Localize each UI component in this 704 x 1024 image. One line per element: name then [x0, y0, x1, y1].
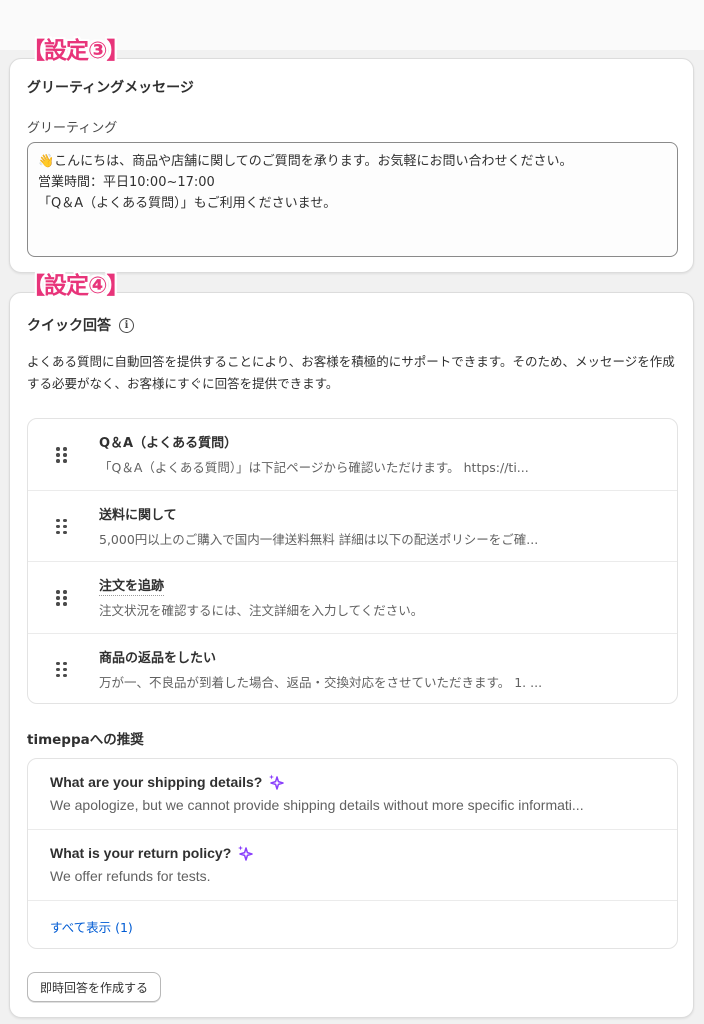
- recommendations-list: What are your shipping details? We apolo…: [27, 758, 678, 949]
- quick-reply-item-preview: 万が一、不良品が到着した場合、返品・交換対応をさせていただきます。 1. ...: [99, 674, 543, 690]
- quick-reply-title: クイック回答: [27, 318, 111, 334]
- sparkle-icon: [238, 845, 253, 861]
- quick-reply-item-title: 注文を追跡: [99, 575, 165, 596]
- drag-handle-icon[interactable]: [56, 661, 68, 678]
- quick-reply-item-preview: 5,000円以上のご購入で国内一律送料無料 詳細は以下の配送ポリシーをご確...: [99, 531, 539, 547]
- create-instant-answer-button[interactable]: 即時回答を作成する: [27, 972, 162, 1002]
- info-icon[interactable]: i: [119, 317, 134, 333]
- setting-4-annotation: 【設定④】: [22, 273, 129, 299]
- quick-reply-item-title: 送料に関して: [99, 507, 177, 523]
- quick-reply-item[interactable]: 送料に関して 5,000円以上のご購入で国内一律送料無料 詳細は以下の配送ポリシ…: [28, 491, 677, 562]
- greeting-line: 👋こんにちは、商品や店舗に関してのご質問を承ります。お気軽にお問い合わせください…: [38, 154, 573, 169]
- quick-reply-item[interactable]: Q＆A（よくある質問） 「Q＆A（よくある質問）」は下記ページから確認いただけま…: [28, 419, 677, 491]
- greeting-card: グリーティングメッセージ グリーティング 👋こんにちは、商品や店舗に関してのご質…: [9, 58, 694, 273]
- recommendation-item[interactable]: What is your return policy? We offer ref…: [28, 830, 677, 901]
- recommendation-item-title-row: What is your return policy?: [50, 845, 253, 861]
- drag-handle-icon[interactable]: [56, 590, 68, 606]
- quick-reply-item[interactable]: 商品の返品をしたい 万が一、不良品が到着した場合、返品・交換対応をさせていただき…: [28, 634, 677, 704]
- greeting-line: 営業時間：平日10:00~17:00: [38, 175, 215, 190]
- greeting-line: 「Q＆A（よくある質問）」もご利用くださいませ。: [38, 196, 337, 211]
- show-all-link[interactable]: すべて表示 (1): [50, 917, 133, 936]
- quick-reply-description: よくある質問に自動回答を提供することにより、お客様を積極的にサポートできます。そ…: [27, 354, 675, 391]
- setting-3-annotation: 【設定③】: [22, 38, 129, 64]
- drag-handle-icon[interactable]: [56, 518, 68, 535]
- recommendation-item-preview: We apologize, but we cannot provide ship…: [50, 797, 584, 813]
- recommendation-item-title-row: What are your shipping details?: [50, 774, 285, 790]
- quick-reply-item-preview: 「Q＆A（よくある質問）」は下記ページから確認いただけます。 https://t…: [99, 460, 529, 475]
- recommendation-item-preview: We offer refunds for tests.: [50, 868, 211, 884]
- greeting-card-title: グリーティングメッセージ: [27, 80, 194, 96]
- recommendation-item-title: What is your return policy?: [50, 845, 232, 861]
- quick-reply-item-title: Q＆A（よくある質問）: [99, 436, 238, 451]
- quick-reply-item-preview: 注文状況を確認するには、注文詳細を入力してください。: [99, 603, 424, 618]
- quick-reply-item-title: 商品の返品をしたい: [99, 650, 217, 666]
- recommendation-item-title: What are your shipping details?: [50, 774, 263, 790]
- quick-reply-title-row: クイック回答 i: [27, 315, 134, 335]
- drag-handle-icon[interactable]: [56, 447, 68, 463]
- sparkle-icon: [269, 774, 285, 790]
- quick-reply-item[interactable]: 注文を追跡 注文状況を確認するには、注文詳細を入力してください。: [28, 562, 677, 634]
- recommendation-item[interactable]: What are your shipping details? We apolo…: [28, 759, 677, 830]
- greeting-textarea[interactable]: 👋こんにちは、商品や店舗に関してのご質問を承ります。お気軽にお問い合わせください…: [27, 142, 678, 257]
- recommendations-heading: timeppaへの推奨: [27, 732, 144, 748]
- quick-reply-card: クイック回答 i よくある質問に自動回答を提供することにより、お客様を積極的にサ…: [9, 292, 694, 1018]
- quick-reply-list: Q＆A（よくある質問） 「Q＆A（よくある質問）」は下記ページから確認いただけま…: [27, 418, 678, 704]
- greeting-field-label: グリーティング: [27, 121, 118, 136]
